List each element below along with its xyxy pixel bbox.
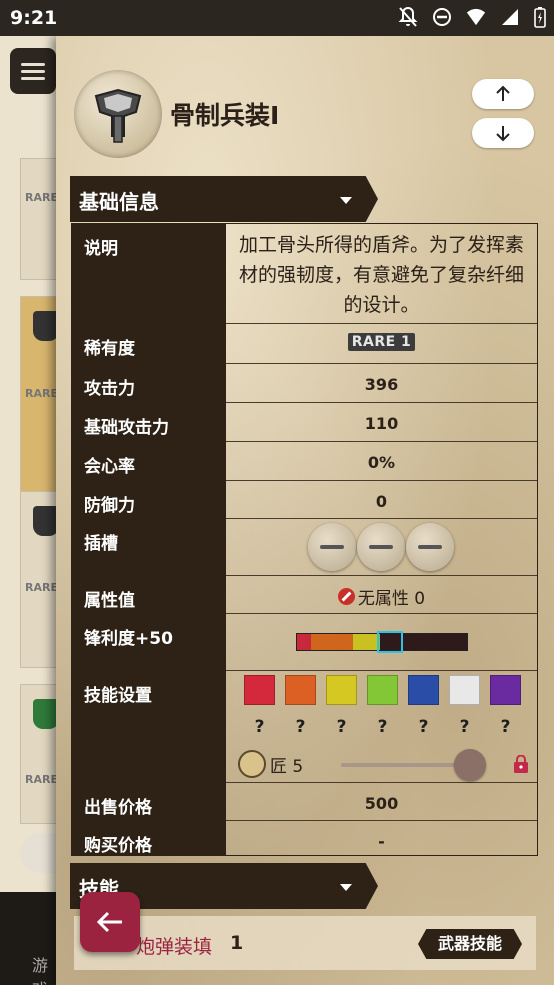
skill-slot-swatch[interactable] <box>285 675 316 705</box>
rarity-label: 稀有度 <box>72 324 226 364</box>
skill-slot-unknown: ? <box>377 717 388 737</box>
table-row: 说明 加工骨头所得的盾斧。为了发挥素材的强韧度，有意避免了复杂纤细的设计。 <box>72 224 537 324</box>
description-text: 加工骨头所得的盾斧。为了发挥素材的强韧度，有意避免了复杂纤细的设计。 <box>238 234 524 316</box>
empty-slot-icon <box>308 523 356 571</box>
element-label: 属性值 <box>72 576 226 614</box>
battery-icon <box>534 7 546 28</box>
weapon-skill-name: 炮弹装填 <box>136 936 213 958</box>
description-label: 说明 <box>72 224 226 324</box>
no-element-icon <box>337 588 355 605</box>
weapon-detail-panel: 骨制兵装I 基础信息 说明 加工骨头所得的盾斧。为了发挥素材的强韧度，有意避免了… <box>56 36 554 985</box>
table-row: 攻击力 396 <box>72 364 537 403</box>
skill-slot-unknown: ? <box>254 717 265 737</box>
skill-setting-label: 技能设置 <box>72 671 226 783</box>
table-row: 属性值 无属性 0 <box>72 576 537 614</box>
skill-slot-unknown: ? <box>336 717 347 737</box>
signal-icon <box>502 9 518 25</box>
skill-slot-swatch[interactable] <box>449 675 480 705</box>
skill-slot-swatch[interactable] <box>326 675 357 705</box>
list-item[interactable]: RARE <box>20 684 60 824</box>
basic-info-header[interactable]: 基础信息 <box>70 176 378 222</box>
attack-label: 攻击力 <box>72 364 226 403</box>
skill-slot-unknown: ? <box>418 717 429 737</box>
skill-slot-swatch[interactable] <box>244 675 275 705</box>
notifications-off-icon <box>398 6 418 27</box>
sharpness-label: 锋利度+50 <box>72 614 226 671</box>
arrow-down-icon <box>496 126 510 142</box>
list-item[interactable]: RARE <box>20 158 60 280</box>
attack-value: 396 <box>364 375 399 394</box>
list-item[interactable]: RARE <box>20 296 60 492</box>
skill-slot-unknown: ? <box>459 717 470 737</box>
table-row: 基础攻击力 110 <box>72 403 537 442</box>
weapon-icon-badge <box>74 70 162 158</box>
back-pill[interactable] <box>20 833 60 873</box>
base-attack-value: 110 <box>364 414 399 433</box>
weapon-skill-tag: 武器技能 <box>418 929 522 959</box>
skill-slot-swatch[interactable] <box>367 675 398 705</box>
next-weapon-button[interactable] <box>472 118 534 148</box>
table-row: 锋利度+50 <box>72 614 537 671</box>
table-row: 稀有度 RARE 1 <box>72 324 537 364</box>
sharpness-segment <box>297 634 311 650</box>
chevron-down-icon <box>340 197 352 204</box>
defense-value: 0 <box>375 492 388 511</box>
affinity-label: 会心率 <box>72 442 226 481</box>
skill-slot-swatch[interactable] <box>408 675 439 705</box>
table-row: 购买价格 - <box>72 821 537 856</box>
skill-slot-swatch[interactable] <box>490 675 521 705</box>
empty-slot-icon <box>357 523 405 571</box>
chevron-down-icon <box>340 884 352 891</box>
handicraft-level: 匠 5 <box>270 756 304 777</box>
slots-label: 插槽 <box>72 519 226 576</box>
sell-price-value: 500 <box>364 794 399 813</box>
do-not-disturb-icon <box>433 8 451 26</box>
buy-price-label: 购买价格 <box>72 821 226 856</box>
element-value: 无属性 0 <box>357 589 426 609</box>
table-row: 防御力 0 <box>72 481 537 519</box>
sharpness-segment <box>353 634 377 650</box>
table-row: 插槽 <box>72 519 537 576</box>
arrow-left-icon <box>96 911 122 933</box>
skill-slot-unknown: ? <box>500 717 511 737</box>
sharpness-marker <box>376 631 403 653</box>
lock-icon[interactable] <box>513 755 529 773</box>
buy-price-value: - <box>378 832 385 851</box>
charge-blade-icon <box>94 88 142 143</box>
back-button[interactable] <box>80 892 140 952</box>
handicraft-slider-knob[interactable] <box>454 749 486 781</box>
wifi-icon <box>466 8 486 26</box>
rarity-badge: RARE 1 <box>347 333 416 351</box>
defense-label: 防御力 <box>72 481 226 519</box>
background-app: RARE RARE RARE RARE 游戏 <box>0 36 60 985</box>
empty-slot-icon <box>406 523 454 571</box>
table-row: 出售价格 500 <box>72 783 537 821</box>
table-row: 会心率 0% <box>72 442 537 481</box>
sharpness-segment <box>310 634 354 650</box>
sell-price-label: 出售价格 <box>72 783 226 821</box>
base-attack-label: 基础攻击力 <box>72 403 226 442</box>
previous-weapon-button[interactable] <box>472 79 534 109</box>
list-item[interactable]: RARE <box>20 491 60 668</box>
weapon-skill-row[interactable]: 炮弹装填 1 武器技能 <box>74 916 536 970</box>
info-table: 说明 加工骨头所得的盾斧。为了发挥素材的强韧度，有意避免了复杂纤细的设计。 稀有… <box>71 223 538 856</box>
menu-button[interactable] <box>10 48 56 94</box>
weapon-skill-level: 1 <box>230 932 244 954</box>
table-row: 技能设置 ??????? 匠 5 <box>72 671 537 783</box>
weapon-name: 骨制兵装I <box>170 101 280 130</box>
bottom-nav: 游戏 <box>0 892 60 985</box>
arrow-up-icon <box>496 85 510 101</box>
clock: 9:21 <box>10 7 58 29</box>
skill-slot-unknown: ? <box>295 717 306 737</box>
status-bar: 9:21 <box>0 0 554 36</box>
handicraft-icon <box>238 750 266 778</box>
affinity-value: 0% <box>367 453 396 472</box>
